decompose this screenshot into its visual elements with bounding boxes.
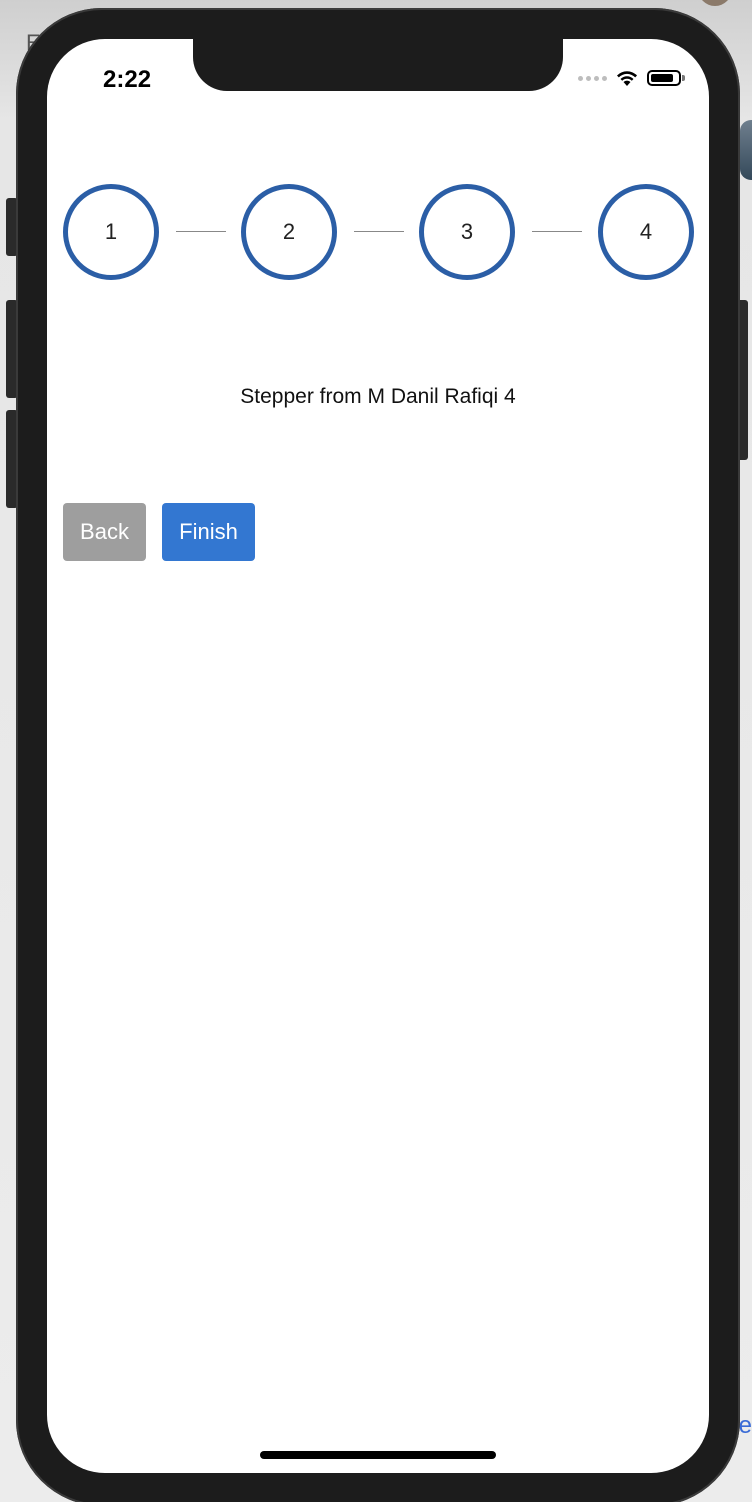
phone-screen: 2:22 1 2 3 4 Stepper from M Danil Rafiqi… xyxy=(47,39,709,1473)
desktop-background: E ze 2:22 xyxy=(0,0,752,1502)
status-time: 2:22 xyxy=(103,66,152,93)
step-content-text: Stepper from M Danil Rafiqi 4 xyxy=(240,385,516,408)
step-2[interactable]: 2 xyxy=(241,184,337,280)
wifi-icon xyxy=(617,71,637,86)
back-button[interactable]: Back xyxy=(63,503,146,561)
stepper: 1 2 3 4 xyxy=(63,184,695,280)
notch xyxy=(193,39,563,91)
step-connector xyxy=(176,231,226,232)
step-connector xyxy=(354,231,404,232)
cellular-signal-icon xyxy=(578,75,607,81)
phone-frame: 2:22 1 2 3 4 Stepper from M Danil Rafiqi… xyxy=(16,8,740,1502)
step-connector xyxy=(532,231,582,232)
finish-button[interactable]: Finish xyxy=(162,503,255,561)
step-3[interactable]: 3 xyxy=(419,184,515,280)
background-avatar-top xyxy=(698,0,732,6)
background-avatar xyxy=(740,120,752,180)
status-icons xyxy=(578,69,685,87)
step-1[interactable]: 1 xyxy=(63,184,159,280)
battery-icon xyxy=(647,70,685,86)
step-4[interactable]: 4 xyxy=(598,184,694,280)
home-indicator[interactable] xyxy=(260,1451,496,1459)
